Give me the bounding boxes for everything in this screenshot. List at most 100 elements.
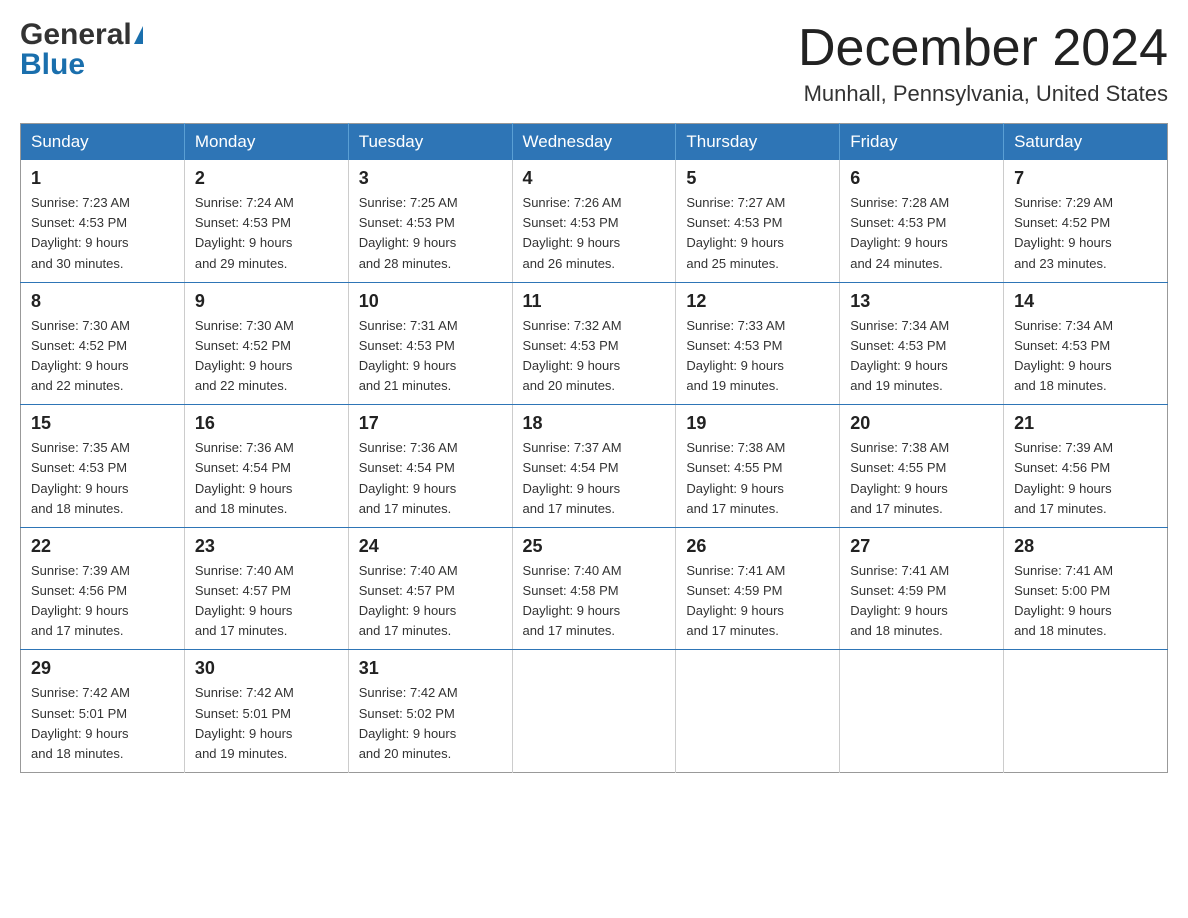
logo-triangle-icon [134, 26, 143, 44]
day-info: Sunrise: 7:42 AMSunset: 5:01 PMDaylight:… [195, 683, 338, 764]
day-number: 19 [686, 413, 829, 434]
day-info: Sunrise: 7:30 AMSunset: 4:52 PMDaylight:… [31, 316, 174, 397]
day-header-saturday: Saturday [1004, 124, 1168, 161]
calendar-cell: 26 Sunrise: 7:41 AMSunset: 4:59 PMDayligh… [676, 527, 840, 650]
calendar-cell: 9 Sunrise: 7:30 AMSunset: 4:52 PMDaylight… [184, 282, 348, 405]
calendar-header-row: SundayMondayTuesdayWednesdayThursdayFrid… [21, 124, 1168, 161]
day-number: 10 [359, 291, 502, 312]
day-number: 26 [686, 536, 829, 557]
day-number: 9 [195, 291, 338, 312]
logo: General Blue [20, 20, 143, 80]
calendar-cell: 13Sunrise: 7:34 AMSunset: 4:53 PMDayligh… [840, 282, 1004, 405]
calendar-cell: 1Sunrise: 7:23 AMSunset: 4:53 PMDaylight… [21, 160, 185, 282]
day-number: 13 [850, 291, 993, 312]
day-header-monday: Monday [184, 124, 348, 161]
calendar-week-row: 1Sunrise: 7:23 AMSunset: 4:53 PMDaylight… [21, 160, 1168, 282]
calendar-cell: 14 Sunrise: 7:34 AMSunset: 4:53 PMDayligh… [1004, 282, 1168, 405]
calendar-cell [512, 650, 676, 773]
day-number: 25 [523, 536, 666, 557]
day-info: Sunrise: 7:33 AMSunset: 4:53 PMDaylight:… [686, 316, 829, 397]
month-title: December 2024 [798, 20, 1168, 77]
calendar-cell: 15Sunrise: 7:35 AMSunset: 4:53 PMDayligh… [21, 405, 185, 528]
day-info: Sunrise: 7:40 AMSunset: 4:57 PMDaylight:… [359, 561, 502, 642]
day-info: Sunrise: 7:40 AMSunset: 4:58 PMDaylight:… [523, 561, 666, 642]
calendar-cell: 7 Sunrise: 7:29 AMSunset: 4:52 PMDaylight… [1004, 160, 1168, 282]
calendar-cell: 21 Sunrise: 7:39 AMSunset: 4:56 PMDayligh… [1004, 405, 1168, 528]
calendar-week-row: 29 Sunrise: 7:42 AMSunset: 5:01 PMDayligh… [21, 650, 1168, 773]
day-info: Sunrise: 7:28 AMSunset: 4:53 PMDaylight:… [850, 193, 993, 274]
day-number: 17 [359, 413, 502, 434]
day-info: Sunrise: 7:24 AMSunset: 4:53 PMDaylight:… [195, 193, 338, 274]
calendar-cell: 10 Sunrise: 7:31 AMSunset: 4:53 PMDayligh… [348, 282, 512, 405]
day-header-thursday: Thursday [676, 124, 840, 161]
day-number: 2 [195, 168, 338, 189]
day-header-friday: Friday [840, 124, 1004, 161]
calendar-week-row: 15Sunrise: 7:35 AMSunset: 4:53 PMDayligh… [21, 405, 1168, 528]
day-number: 21 [1014, 413, 1157, 434]
day-number: 29 [31, 658, 174, 679]
day-info: Sunrise: 7:40 AMSunset: 4:57 PMDaylight:… [195, 561, 338, 642]
day-info: Sunrise: 7:23 AMSunset: 4:53 PMDaylight:… [31, 193, 174, 274]
calendar-cell: 28 Sunrise: 7:41 AMSunset: 5:00 PMDayligh… [1004, 527, 1168, 650]
day-number: 24 [359, 536, 502, 557]
calendar-week-row: 8 Sunrise: 7:30 AMSunset: 4:52 PMDaylight… [21, 282, 1168, 405]
day-info: Sunrise: 7:42 AMSunset: 5:02 PMDaylight:… [359, 683, 502, 764]
calendar-week-row: 22Sunrise: 7:39 AMSunset: 4:56 PMDayligh… [21, 527, 1168, 650]
day-number: 31 [359, 658, 502, 679]
day-info: Sunrise: 7:38 AMSunset: 4:55 PMDaylight:… [686, 438, 829, 519]
day-info: Sunrise: 7:41 AMSunset: 4:59 PMDaylight:… [850, 561, 993, 642]
location-title: Munhall, Pennsylvania, United States [798, 81, 1168, 107]
day-info: Sunrise: 7:31 AMSunset: 4:53 PMDaylight:… [359, 316, 502, 397]
day-number: 18 [523, 413, 666, 434]
day-number: 5 [686, 168, 829, 189]
day-number: 7 [1014, 168, 1157, 189]
day-number: 16 [195, 413, 338, 434]
calendar-table: SundayMondayTuesdayWednesdayThursdayFrid… [20, 123, 1168, 773]
day-number: 22 [31, 536, 174, 557]
day-header-wednesday: Wednesday [512, 124, 676, 161]
day-info: Sunrise: 7:39 AMSunset: 4:56 PMDaylight:… [1014, 438, 1157, 519]
day-number: 23 [195, 536, 338, 557]
day-info: Sunrise: 7:30 AMSunset: 4:52 PMDaylight:… [195, 316, 338, 397]
calendar-cell: 11 Sunrise: 7:32 AMSunset: 4:53 PMDayligh… [512, 282, 676, 405]
calendar-cell: 2 Sunrise: 7:24 AMSunset: 4:53 PMDaylight… [184, 160, 348, 282]
day-info: Sunrise: 7:37 AMSunset: 4:54 PMDaylight:… [523, 438, 666, 519]
day-header-sunday: Sunday [21, 124, 185, 161]
calendar-cell: 19 Sunrise: 7:38 AMSunset: 4:55 PMDayligh… [676, 405, 840, 528]
calendar-cell: 29 Sunrise: 7:42 AMSunset: 5:01 PMDayligh… [21, 650, 185, 773]
day-number: 11 [523, 291, 666, 312]
day-number: 27 [850, 536, 993, 557]
day-info: Sunrise: 7:29 AMSunset: 4:52 PMDaylight:… [1014, 193, 1157, 274]
day-number: 8 [31, 291, 174, 312]
day-number: 28 [1014, 536, 1157, 557]
calendar-cell [1004, 650, 1168, 773]
day-number: 3 [359, 168, 502, 189]
logo-blue: Blue [20, 50, 143, 80]
day-header-tuesday: Tuesday [348, 124, 512, 161]
calendar-cell: 4Sunrise: 7:26 AMSunset: 4:53 PMDaylight… [512, 160, 676, 282]
calendar-cell: 24 Sunrise: 7:40 AMSunset: 4:57 PMDayligh… [348, 527, 512, 650]
day-info: Sunrise: 7:26 AMSunset: 4:53 PMDaylight:… [523, 193, 666, 274]
calendar-cell: 3Sunrise: 7:25 AMSunset: 4:53 PMDaylight… [348, 160, 512, 282]
calendar-cell [676, 650, 840, 773]
calendar-cell: 8 Sunrise: 7:30 AMSunset: 4:52 PMDaylight… [21, 282, 185, 405]
day-number: 6 [850, 168, 993, 189]
calendar-cell: 18 Sunrise: 7:37 AMSunset: 4:54 PMDayligh… [512, 405, 676, 528]
day-info: Sunrise: 7:42 AMSunset: 5:01 PMDaylight:… [31, 683, 174, 764]
calendar-cell: 5Sunrise: 7:27 AMSunset: 4:53 PMDaylight… [676, 160, 840, 282]
calendar-cell: 31 Sunrise: 7:42 AMSunset: 5:02 PMDayligh… [348, 650, 512, 773]
day-info: Sunrise: 7:38 AMSunset: 4:55 PMDaylight:… [850, 438, 993, 519]
calendar-cell: 16 Sunrise: 7:36 AMSunset: 4:54 PMDayligh… [184, 405, 348, 528]
day-number: 14 [1014, 291, 1157, 312]
day-number: 12 [686, 291, 829, 312]
day-info: Sunrise: 7:34 AMSunset: 4:53 PMDaylight:… [1014, 316, 1157, 397]
day-info: Sunrise: 7:41 AMSunset: 5:00 PMDaylight:… [1014, 561, 1157, 642]
calendar-cell: 30Sunrise: 7:42 AMSunset: 5:01 PMDayligh… [184, 650, 348, 773]
day-info: Sunrise: 7:36 AMSunset: 4:54 PMDaylight:… [195, 438, 338, 519]
day-number: 20 [850, 413, 993, 434]
calendar-cell [840, 650, 1004, 773]
day-number: 15 [31, 413, 174, 434]
day-info: Sunrise: 7:32 AMSunset: 4:53 PMDaylight:… [523, 316, 666, 397]
day-info: Sunrise: 7:41 AMSunset: 4:59 PMDaylight:… [686, 561, 829, 642]
logo-general: General [20, 20, 132, 50]
